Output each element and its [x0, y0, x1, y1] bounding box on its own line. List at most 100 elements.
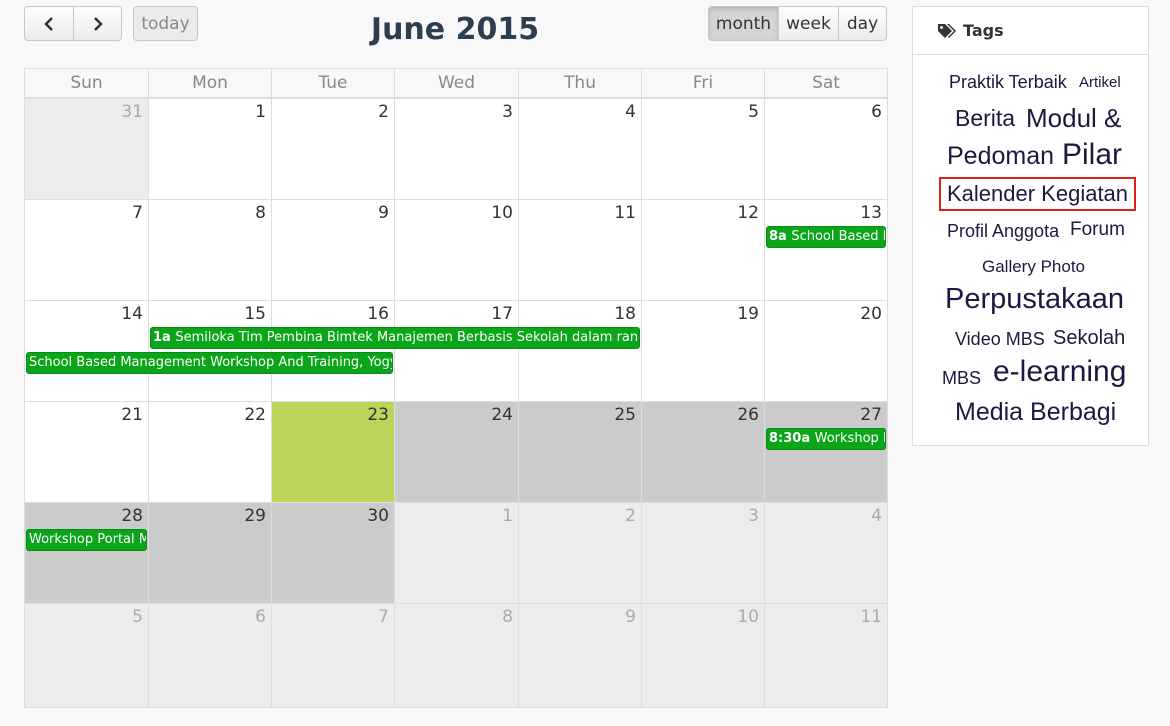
day-cell[interactable]: 9: [271, 199, 395, 301]
calendar-event[interactable]: Workshop Portal MBS: [26, 529, 147, 551]
day-number: 3: [502, 102, 513, 122]
tag-link[interactable]: Pedoman: [947, 142, 1054, 171]
day-number: 4: [871, 506, 882, 526]
day-number: 10: [737, 607, 759, 627]
day-cell[interactable]: 24: [394, 401, 519, 503]
day-number: 2: [378, 102, 389, 122]
today-button[interactable]: today: [133, 6, 198, 41]
chevron-left-icon: [44, 16, 53, 31]
tag-link[interactable]: MBS: [942, 368, 981, 389]
day-cell[interactable]: 2: [271, 98, 395, 200]
tag-link[interactable]: Forum: [1070, 219, 1125, 241]
tag-link[interactable]: Praktik Terbaik: [949, 72, 1067, 93]
day-cell[interactable]: 18: [518, 300, 642, 402]
day-cell[interactable]: 15: [148, 300, 272, 402]
day-number: 21: [121, 405, 143, 425]
day-number: 9: [625, 607, 636, 627]
tag-link[interactable]: Artikel: [1079, 74, 1121, 91]
tag-link[interactable]: Modul &: [1026, 103, 1121, 134]
day-number: 23: [367, 405, 389, 425]
day-cell[interactable]: 23: [271, 401, 395, 503]
day-cell[interactable]: 3: [641, 502, 765, 604]
day-number: 8: [255, 203, 266, 223]
day-cell[interactable]: 5: [641, 98, 765, 200]
day-cell[interactable]: 8: [148, 199, 272, 301]
day-number: 29: [244, 506, 266, 526]
day-number: 7: [378, 607, 389, 627]
day-cell[interactable]: 11: [764, 603, 888, 708]
day-cell[interactable]: 1: [394, 502, 519, 604]
day-number: 4: [625, 102, 636, 122]
day-number: 1: [502, 506, 513, 526]
next-button[interactable]: [73, 6, 122, 41]
day-cell[interactable]: 21: [24, 401, 149, 503]
event-time: 1a: [153, 330, 176, 345]
day-cell[interactable]: 19: [641, 300, 765, 402]
day-cell[interactable]: 1: [148, 98, 272, 200]
tag-link[interactable]: Kalender Kegiatan: [939, 177, 1137, 211]
day-cell[interactable]: 3: [394, 98, 519, 200]
tag-link[interactable]: Video MBS: [955, 329, 1045, 350]
tag-link[interactable]: Media Berbagi: [955, 398, 1116, 427]
day-cell[interactable]: 17: [394, 300, 519, 402]
day-cell[interactable]: 14: [24, 300, 149, 402]
calendar-event[interactable]: School Based Management Workshop And Tra…: [26, 352, 393, 374]
tag-link[interactable]: Berita: [955, 105, 1015, 132]
calendar-event[interactable]: 8a School Based Management Workshop: [766, 226, 886, 248]
view-month-button[interactable]: month: [708, 6, 779, 41]
day-number: 31: [121, 102, 143, 122]
day-number: 25: [614, 405, 636, 425]
tag-link[interactable]: e-learning: [993, 355, 1126, 389]
day-cell[interactable]: 6: [148, 603, 272, 708]
day-number: 22: [244, 405, 266, 425]
day-cell[interactable]: 7: [271, 603, 395, 708]
tags-icon: [938, 23, 956, 38]
day-cell[interactable]: 13: [764, 199, 888, 301]
day-cell[interactable]: 5: [24, 603, 149, 708]
tag-link[interactable]: Perpustakaan: [945, 283, 1124, 316]
day-cell[interactable]: 10: [641, 603, 765, 708]
day-cell[interactable]: 2: [518, 502, 642, 604]
day-number: 20: [860, 304, 882, 324]
calendar-event[interactable]: 8:30a Workshop Portal MBS: [766, 428, 886, 450]
tag-link[interactable]: Pilar: [1062, 138, 1122, 172]
day-number: 6: [255, 607, 266, 627]
day-cell[interactable]: 11: [518, 199, 642, 301]
day-number: 16: [367, 304, 389, 324]
day-cell[interactable]: 4: [764, 502, 888, 604]
day-cell[interactable]: 22: [148, 401, 272, 503]
prev-button[interactable]: [24, 6, 74, 41]
day-cell[interactable]: 10: [394, 199, 519, 301]
day-cell[interactable]: 16: [271, 300, 395, 402]
day-number: 26: [737, 405, 759, 425]
day-cell[interactable]: 29: [148, 502, 272, 604]
day-cell[interactable]: 7: [24, 199, 149, 301]
day-cell[interactable]: 27: [764, 401, 888, 503]
day-cell[interactable]: 8: [394, 603, 519, 708]
day-number: 1: [255, 102, 266, 122]
day-cell[interactable]: 25: [518, 401, 642, 503]
day-cell[interactable]: 4: [518, 98, 642, 200]
chevron-right-icon: [93, 16, 103, 31]
view-week-button[interactable]: week: [778, 6, 839, 41]
tag-link[interactable]: Sekolah: [1053, 327, 1125, 350]
day-cell[interactable]: 26: [641, 401, 765, 503]
event-title: Semiloka Tim Pembina Bimtek Manajemen Be…: [175, 330, 640, 345]
day-cell[interactable]: 30: [271, 502, 395, 604]
day-cell[interactable]: 31: [24, 98, 149, 200]
view-day-button[interactable]: day: [838, 6, 887, 41]
event-time: 8a: [769, 229, 792, 244]
day-cell[interactable]: 9: [518, 603, 642, 708]
day-number: 13: [860, 203, 882, 223]
tags-title: Tags: [963, 21, 1004, 40]
calendar-event[interactable]: 1a Semiloka Tim Pembina Bimtek Manajemen…: [150, 327, 640, 349]
weekday-header-sun: Sun: [24, 68, 149, 98]
weekday-header-mon: Mon: [148, 68, 272, 98]
weekday-header-tue: Tue: [271, 68, 395, 98]
day-cell[interactable]: 28: [24, 502, 149, 604]
day-cell[interactable]: 20: [764, 300, 888, 402]
tag-link[interactable]: Profil Anggota: [947, 221, 1059, 242]
day-cell[interactable]: 6: [764, 98, 888, 200]
day-cell[interactable]: 12: [641, 199, 765, 301]
tag-link[interactable]: Gallery Photo: [982, 257, 1085, 277]
